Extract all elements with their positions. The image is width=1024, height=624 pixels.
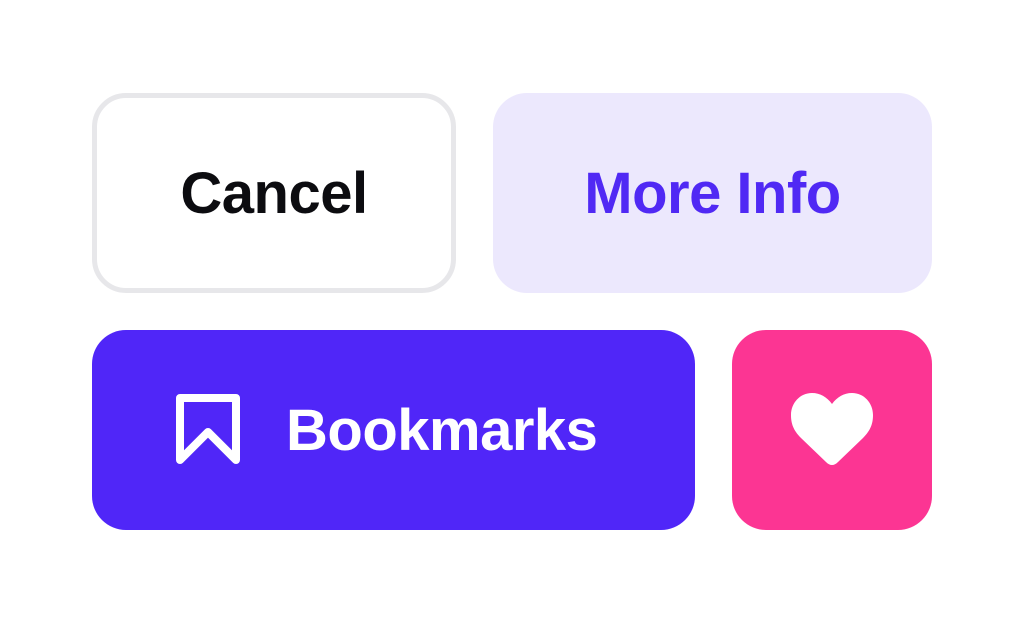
bookmarks-button-label: Bookmarks	[286, 397, 598, 463]
cancel-button[interactable]: Cancel	[92, 93, 456, 293]
more-info-button[interactable]: More Info	[493, 93, 932, 293]
bookmark-icon	[174, 392, 242, 468]
favorite-button[interactable]	[732, 330, 932, 530]
heart-icon	[791, 393, 873, 467]
more-info-button-label: More Info	[584, 160, 841, 226]
cancel-button-label: Cancel	[180, 160, 368, 226]
bookmarks-button[interactable]: Bookmarks	[92, 330, 695, 530]
